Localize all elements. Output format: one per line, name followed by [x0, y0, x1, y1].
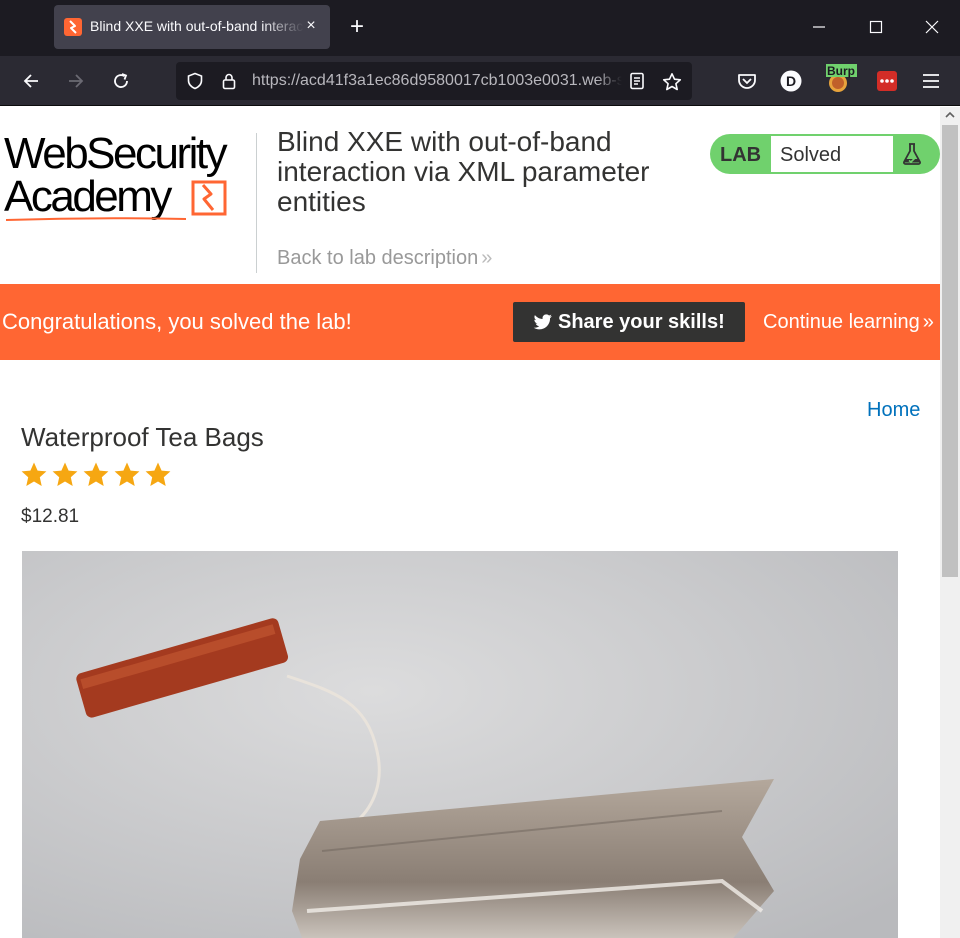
websecurity-academy-favicon-icon	[64, 18, 82, 36]
star-icon	[83, 462, 109, 486]
forward-button[interactable]	[61, 66, 91, 96]
forward-arrow-icon	[69, 74, 84, 88]
twitter-icon	[533, 314, 552, 330]
product-title: Waterproof Tea Bags	[21, 422, 264, 452]
chevron-right-icon: »	[922, 311, 934, 333]
chevron-right-icon: »	[481, 247, 492, 269]
continue-learning-label: Continue learning	[763, 311, 920, 333]
lab-title: Blind XXE with out-of-band interaction v…	[277, 126, 650, 217]
hamburger-menu-icon[interactable]	[918, 68, 944, 94]
header-divider	[256, 133, 257, 273]
logo-underline	[6, 217, 186, 221]
lastpass-icon[interactable]	[874, 68, 900, 94]
share-skills-label: Share your skills!	[558, 311, 725, 333]
lab-status-widget: LAB Solved	[710, 134, 940, 174]
star-icon	[114, 462, 140, 486]
lab-status-value: Solved	[771, 136, 893, 172]
browser-tab-active[interactable]: Blind XXE with out-of-band interaction v…	[54, 5, 330, 49]
tab-bar: Blind XXE with out-of-band interaction v…	[0, 0, 960, 56]
solved-banner: Congratulations, you solved the lab! Sha…	[0, 284, 940, 360]
reload-button[interactable]	[106, 66, 136, 96]
lock-icon[interactable]	[220, 72, 238, 90]
reload-icon	[114, 73, 128, 88]
continue-learning-link[interactable]: Continue learning»	[763, 311, 934, 334]
product-rating	[20, 461, 175, 491]
burp-badge-label: Burp	[827, 64, 855, 78]
minimize-window-button[interactable]	[804, 14, 834, 40]
product-image	[22, 551, 898, 938]
back-link-label: Back to lab description	[277, 247, 479, 269]
congratulations-message: Congratulations, you solved the lab!	[2, 309, 352, 334]
home-link[interactable]: Home	[867, 399, 920, 422]
tab-title: Blind XXE with out-of-band interaction v…	[90, 18, 304, 34]
close-tab-icon[interactable]: ×	[302, 17, 320, 35]
reader-view-icon[interactable]	[628, 72, 646, 90]
address-bar[interactable]: https://acd41f3a1ec86d9580017cb1003e0031…	[176, 62, 692, 100]
back-arrow-icon	[23, 74, 38, 88]
url-text[interactable]: https://acd41f3a1ec86d9580017cb1003e0031…	[252, 72, 622, 92]
product-price: $12.81	[21, 506, 80, 527]
back-to-lab-description-link[interactable]: Back to lab description»	[277, 247, 492, 270]
bookmark-star-icon[interactable]	[662, 72, 682, 91]
new-tab-button[interactable]: +	[344, 14, 370, 40]
share-skills-button[interactable]: Share your skills!	[513, 302, 745, 342]
scroll-up-arrow-icon[interactable]	[944, 109, 956, 121]
logo-line-1: WebSecurity	[4, 129, 228, 178]
close-window-button[interactable]	[917, 14, 947, 40]
websecurity-academy-logo[interactable]: WebSecurity Academy	[4, 129, 254, 223]
lab-label: LAB	[720, 144, 762, 166]
page-content: WebSecurity Academy Blind XXE with out-o…	[0, 107, 940, 938]
profile-avatar-icon[interactable]: D	[778, 68, 804, 94]
star-icon	[52, 462, 78, 486]
vertical-scrollbar[interactable]	[940, 107, 960, 938]
burp-extension-icon[interactable]: Burp	[826, 64, 858, 96]
tracking-protection-shield-icon[interactable]	[186, 72, 204, 90]
star-icon	[145, 462, 171, 486]
scrollbar-thumb[interactable]	[942, 125, 958, 577]
navigation-toolbar: https://acd41f3a1ec86d9580017cb1003e0031…	[0, 56, 960, 106]
logo-lightning-icon	[191, 180, 227, 216]
flask-icon	[903, 143, 921, 165]
profile-initial: D	[785, 73, 797, 89]
pocket-icon[interactable]	[734, 68, 760, 94]
maximize-window-button[interactable]	[861, 14, 891, 40]
back-button[interactable]	[16, 66, 46, 96]
star-icon	[21, 462, 47, 486]
